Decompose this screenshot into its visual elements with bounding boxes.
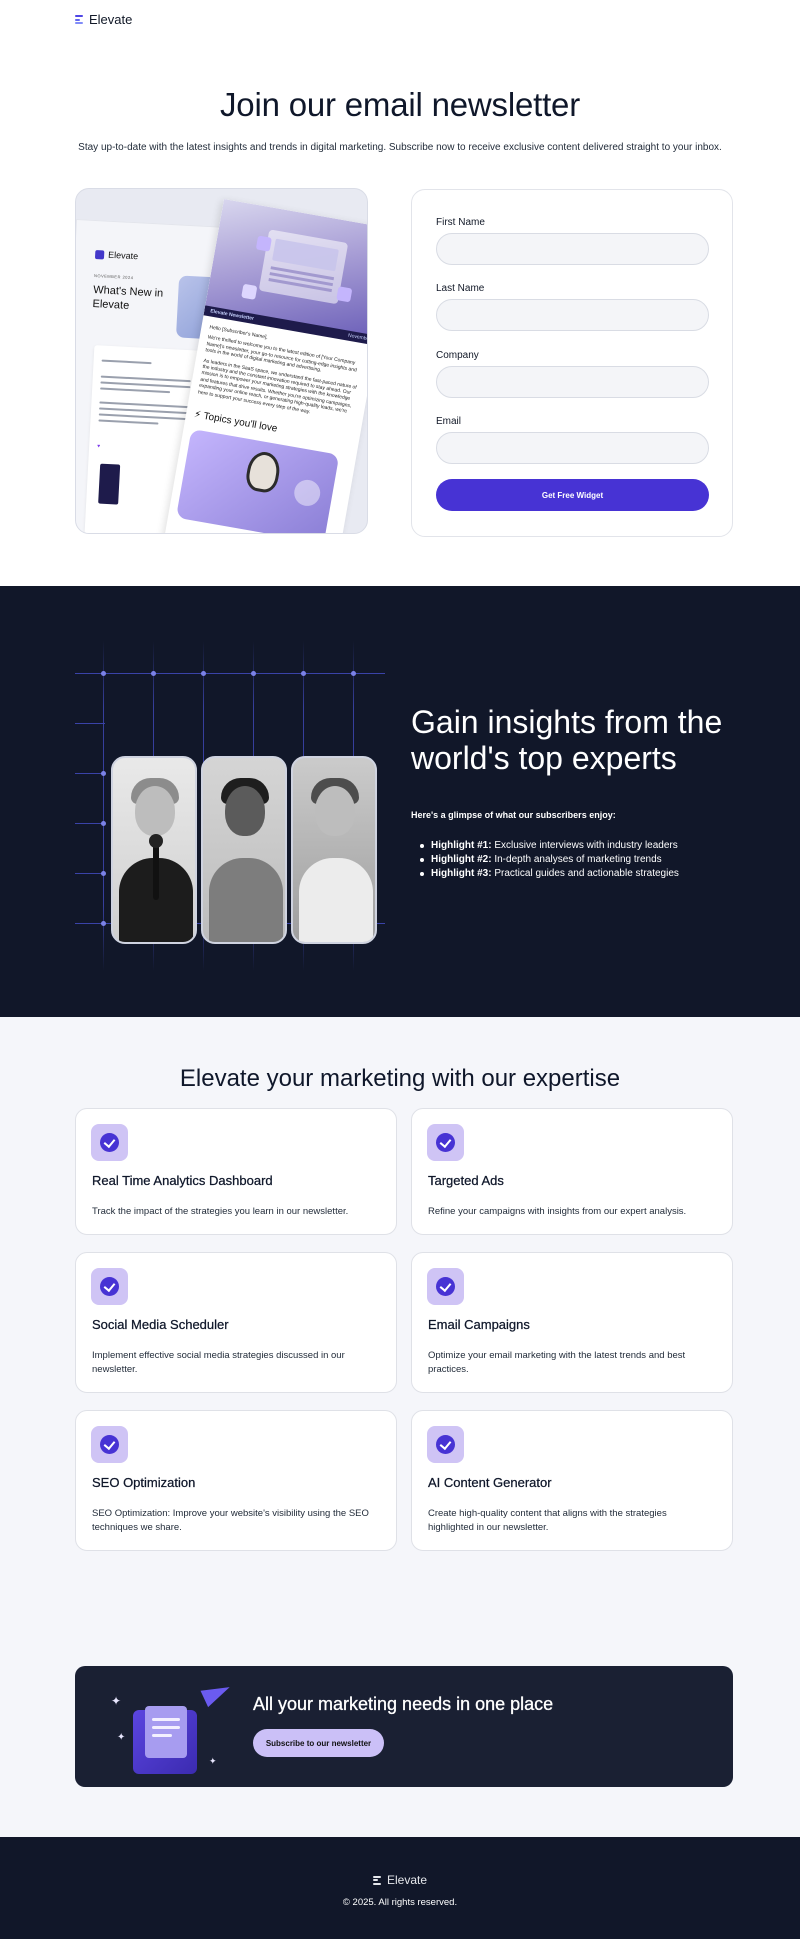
microphone-icon (149, 834, 163, 900)
cta-title: All your marketing needs in one place (253, 1694, 554, 1714)
first-name-input[interactable] (436, 233, 709, 265)
first-name-label: First Name (436, 217, 485, 228)
preview-brand: Elevate (107, 249, 139, 262)
feature-name: Social Media Scheduler (92, 1317, 229, 1332)
highlights-list: Highlight #1: Exclusive interviews with … (411, 839, 679, 881)
footer-logo[interactable]: Elevate (0, 1873, 800, 1887)
last-name-label: Last Name (436, 283, 485, 294)
browser-window-illustration (258, 229, 349, 305)
expert-photo-2 (201, 756, 287, 944)
lightning-icon: ⚡ (193, 409, 202, 422)
check-icon (91, 1124, 128, 1161)
check-icon (91, 1426, 128, 1463)
feature-card-ai-content: AI Content Generator Create high-quality… (411, 1410, 733, 1551)
insights-title: Gain insights from the world's top exper… (411, 704, 723, 776)
feature-card-email-campaigns: Email Campaigns Optimize your email mark… (411, 1252, 733, 1393)
feature-name: Real Time Analytics Dashboard (92, 1173, 273, 1188)
highlight-text: Practical guides and actionable strategi… (494, 868, 679, 879)
insights-subtitle: Here's a glimpse of what our subscribers… (411, 810, 616, 820)
preview-logo: Elevate (94, 249, 139, 262)
topics-text: Topics you'll love (202, 410, 279, 435)
highlight-label: Highlight #1: (431, 840, 492, 851)
newsletter-preview-image: Elevate NOVEMBER 2024 What's New in Elev… (75, 188, 368, 534)
highlight-text: Exclusive interviews with industry leade… (494, 840, 678, 851)
highlight-item: Highlight #3: Practical guides and actio… (411, 867, 679, 881)
email-label: Email (436, 416, 462, 427)
sparkle-icon: ✦ (209, 1756, 217, 1766)
check-icon (91, 1268, 128, 1305)
insights-section: Gain insights from the world's top exper… (0, 586, 800, 1017)
hero-title: Join our email newsletter (220, 86, 580, 123)
play-icon (336, 286, 353, 303)
copyright-text: © 2025. All rights reserved. (342, 1897, 458, 1908)
preview-date: NOVEMBER 2024 (93, 273, 134, 281)
band-right-text: November (347, 332, 368, 343)
feature-description: Implement effective social media strateg… (92, 1350, 345, 1375)
site-header: Elevate (0, 0, 800, 38)
newsletter-signup-form: First Name Last Name Company Email Get F… (411, 189, 733, 537)
highlight-label: Highlight #3: (431, 868, 492, 879)
check-icon (427, 1426, 464, 1463)
sparkle-icon: ✦ (117, 1732, 126, 1743)
company-input[interactable] (436, 366, 709, 398)
cta-banner: ✦ ✦ ✦ All your marketing needs in one pl… (75, 1666, 733, 1787)
sparkle-icon: ✦ (111, 1694, 122, 1708)
logo-icon (372, 1875, 383, 1885)
newsletter-envelope-illustration: ✦ ✦ ✦ (103, 1674, 253, 1784)
site-footer: Elevate © 2025. All rights reserved. (0, 1837, 800, 1939)
subscribe-newsletter-button[interactable]: Subscribe to our newsletter (253, 1729, 384, 1757)
feature-card-social-scheduler: Social Media Scheduler Implement effecti… (75, 1252, 397, 1393)
feature-description: Create high-quality content that aligns … (428, 1508, 667, 1533)
feature-name: SEO Optimization (92, 1475, 196, 1490)
check-icon (427, 1124, 464, 1161)
header-logo[interactable]: Elevate (75, 12, 132, 27)
topic-card-image (175, 428, 340, 533)
check-icon (427, 1268, 464, 1305)
header-brand-name: Elevate (89, 12, 133, 27)
feature-name: Targeted Ads (428, 1173, 504, 1188)
page: Elevate Join our email newsletter Stay u… (0, 0, 800, 1939)
highlight-label: Highlight #2: (431, 854, 492, 865)
get-free-widget-button[interactable]: Get Free Widget (436, 479, 709, 511)
logo-icon (75, 15, 85, 24)
heart-icon: ♥ (96, 443, 101, 450)
thumbs-up-icon (241, 283, 258, 300)
feature-description: Optimize your email marketing with the l… (428, 1350, 686, 1375)
preview-photo (98, 463, 121, 505)
feature-description: Track the impact of the strategies you l… (92, 1206, 349, 1217)
feature-card-targeted-ads: Targeted Ads Refine your campaigns with … (411, 1108, 733, 1235)
letter-icon (145, 1706, 187, 1758)
highlight-item: Highlight #1: Exclusive interviews with … (411, 839, 679, 853)
features-title: Elevate your marketing with our expertis… (179, 1065, 621, 1092)
feature-card-seo: SEO Optimization SEO Optimization: Impro… (75, 1410, 397, 1551)
feature-name: Email Campaigns (428, 1317, 530, 1332)
last-name-input[interactable] (436, 299, 709, 331)
company-label: Company (436, 350, 479, 361)
preview-logo-icon (94, 249, 105, 260)
hero-subtitle: Stay up-to-date with the latest insights… (78, 142, 722, 153)
highlight-text: In-depth analyses of marketing trends (494, 854, 662, 865)
email-input[interactable] (436, 432, 709, 464)
footer-brand-name: Elevate (386, 1873, 428, 1887)
newsletter-body: Hello [Subscriber's Name], We're thrille… (197, 324, 367, 427)
person-illustration (243, 449, 283, 495)
experts-photo-grid (75, 641, 385, 971)
feature-card-analytics: Real Time Analytics Dashboard Track the … (75, 1108, 397, 1235)
sparkle-icon (292, 477, 323, 508)
paper-plane-icon (200, 1678, 234, 1708)
feature-description: Refine your campaigns with insights from… (428, 1206, 687, 1217)
expert-photo-3 (291, 756, 377, 944)
feature-description: SEO Optimization: Improve your website's… (92, 1508, 369, 1533)
feature-name: AI Content Generator (428, 1475, 552, 1490)
heart-bubble-icon (255, 235, 272, 252)
highlight-item: Highlight #2: In-depth analyses of marke… (411, 853, 679, 867)
expert-photo-1 (111, 756, 197, 944)
preview-title: What's New in Elevate (92, 284, 164, 312)
